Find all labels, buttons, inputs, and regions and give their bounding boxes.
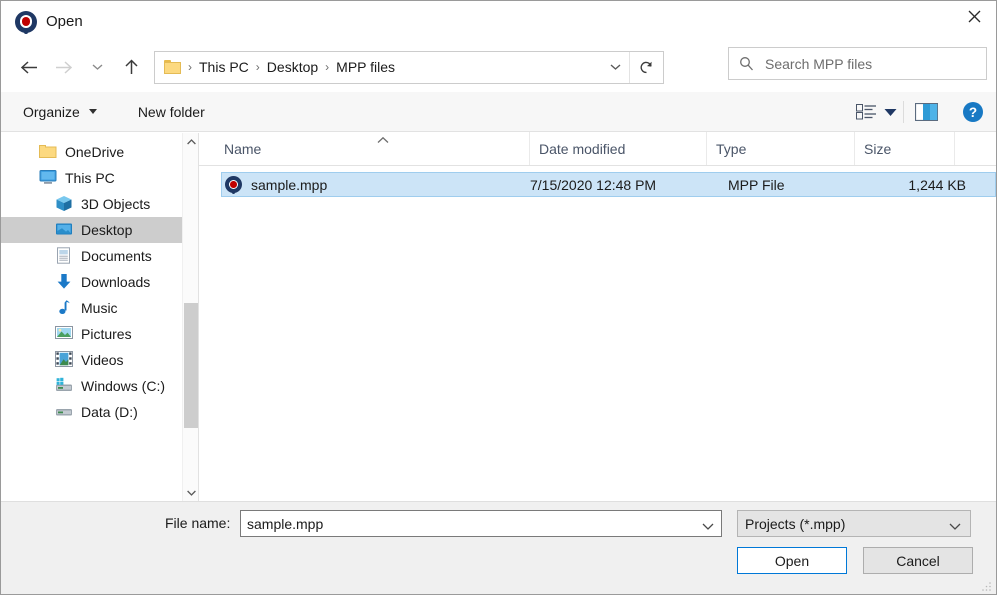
videos-icon [55,351,73,369]
column-header-name[interactable]: Name [199,132,529,165]
file-name-input[interactable]: sample.mpp [240,510,722,537]
sort-chevron-up-icon [377,132,389,143]
arrow-left-icon[interactable] [12,50,46,84]
scrollbar-thumb[interactable] [184,303,198,428]
sidebar-item-desktop[interactable]: Desktop [1,217,198,243]
sidebar-item-label: Data (D:) [81,404,138,420]
view-chevron-down-icon[interactable] [877,92,903,132]
sidebar-item-onedrive[interactable]: OneDrive [1,139,198,165]
breadcrumb-item-mpp-files[interactable]: MPP files [336,59,395,75]
sidebar-item-label: Videos [81,352,124,368]
folder-icon [164,60,181,74]
file-type-filter-select[interactable]: Projects (*.mpp) [737,510,971,537]
breadcrumb[interactable]: › This PC › Desktop › MPP files [154,50,664,84]
sidebar-item-label: 3D Objects [81,196,151,212]
breadcrumb-item-desktop[interactable]: Desktop [267,59,318,75]
breadcrumb-item-this-pc[interactable]: This PC [199,59,249,75]
sidebar-scrollbar[interactable] [182,133,198,501]
onedrive-folder-icon [39,143,57,161]
3d-objects-icon [55,195,73,213]
navigation-pane: OneDrive This PC 3D Objects Desktop Docu… [1,133,198,501]
sidebar-item-label: Documents [81,248,152,264]
documents-icon [55,247,73,265]
file-name-label: File name: [165,515,231,531]
sidebar-item-music[interactable]: Music [1,295,198,321]
open-file-dialog: Open › This PC › Desktop › MPP files Sea… [0,0,997,595]
organize-button[interactable]: Organize [23,92,97,131]
column-headers: Name Date modified Type Size [199,132,996,166]
column-header-type[interactable]: Type [706,132,854,165]
refresh-icon[interactable] [630,51,663,84]
help-icon[interactable]: ? [948,92,996,132]
sidebar-item-this-pc[interactable]: This PC [1,165,198,191]
arrow-up-icon[interactable] [114,50,148,84]
file-name-value: sample.mpp [247,515,324,532]
list-view-icon[interactable] [855,92,877,132]
drive-icon [55,403,73,421]
chevron-down-icon[interactable] [702,518,714,530]
downloads-icon [55,273,73,291]
view-options-group: ? [855,92,996,132]
sidebar-item-label: Desktop [81,222,133,238]
svg-text:?: ? [969,105,977,120]
table-row[interactable]: sample.mpp 7/15/2020 12:48 PM MPP File 1… [221,172,996,197]
column-header-date-modified[interactable]: Date modified [529,132,706,165]
file-size: 1,244 KB [908,176,966,193]
file-date-modified: 7/15/2020 12:48 PM [530,176,657,193]
close-icon[interactable] [951,1,996,31]
search-icon [739,56,754,71]
recent-locations-chevron-down-icon[interactable] [80,50,114,84]
resize-grip-icon[interactable] [981,579,992,591]
chevron-down-icon[interactable] [949,518,961,530]
preview-pane-icon[interactable] [904,92,948,132]
arrow-right-icon [46,50,80,84]
chevron-down-icon [88,109,97,114]
filter-value: Projects (*.mpp) [745,515,846,532]
sidebar-item-data-d[interactable]: Data (D:) [1,399,198,425]
new-folder-label: New folder [137,103,205,120]
sidebar-item-downloads[interactable]: Downloads [1,269,198,295]
cancel-button[interactable]: Cancel [863,547,973,574]
file-type: MPP File [728,176,785,193]
search-input[interactable]: Search MPP files [728,47,987,80]
windows-drive-icon [55,377,73,395]
mpp-project-icon [15,10,37,35]
column-header-spacer [954,132,996,165]
new-folder-button[interactable]: New folder [138,92,205,131]
sidebar-item-videos[interactable]: Videos [1,347,198,373]
open-button[interactable]: Open [737,547,847,574]
sidebar-item-windows-c[interactable]: Windows (C:) [1,373,198,399]
chevron-up-icon[interactable] [183,133,199,150]
chevron-down-icon[interactable] [183,484,199,501]
breadcrumb-separator: › [325,60,330,74]
sidebar-item-pictures[interactable]: Pictures [1,321,198,347]
breadcrumb-chevron-down-icon[interactable] [601,52,629,83]
breadcrumb-separator: › [255,60,260,74]
organize-label: Organize [23,103,80,120]
sidebar-item-3d-objects[interactable]: 3D Objects [1,191,198,217]
command-bar: Organize New folder ? [1,92,996,132]
sidebar-item-label: Music [81,300,118,316]
sidebar-item-documents[interactable]: Documents [1,243,198,269]
file-name: sample.mpp [251,176,328,193]
music-icon [55,299,73,317]
sidebar-item-label: Windows (C:) [81,378,166,394]
sidebar-item-label: Pictures [81,326,132,342]
breadcrumb-separator: › [188,60,192,74]
navigation-bar: › This PC › Desktop › MPP files Search M… [1,42,996,92]
sidebar-list: OneDrive This PC 3D Objects Desktop Docu… [1,133,198,425]
sidebar-item-label: Downloads [81,274,151,290]
pictures-icon [55,325,73,343]
desktop-icon [55,221,73,239]
mpp-project-icon [225,176,242,195]
sidebar-item-label: This PC [65,170,115,186]
title-bar: Open [1,1,996,42]
sidebar-item-label: OneDrive [65,144,125,160]
column-header-size[interactable]: Size [854,132,954,165]
search-placeholder: Search MPP files [765,55,873,72]
this-pc-icon [39,169,57,187]
file-list-pane: Name Date modified Type Size sample.mpp … [199,132,996,501]
window-title: Open [46,13,83,30]
